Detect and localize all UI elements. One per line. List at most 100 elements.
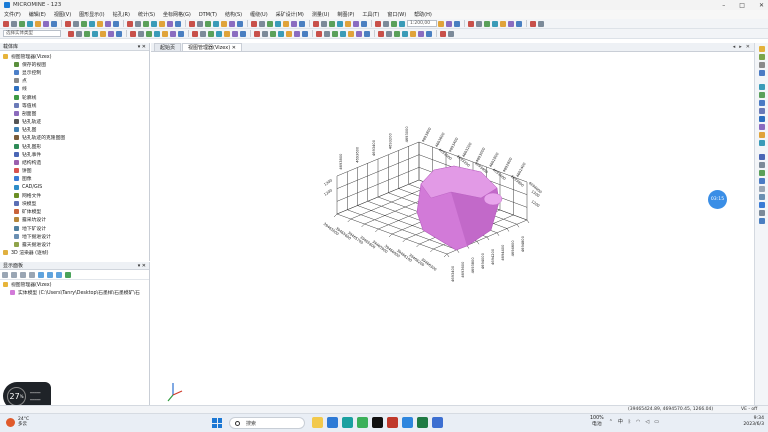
word-app-icon[interactable] xyxy=(402,417,413,428)
toolbar-tool-icon[interactable] xyxy=(254,30,260,37)
side-tool-icon[interactable] xyxy=(758,140,765,146)
side-tool-icon[interactable] xyxy=(758,100,765,106)
tree-item[interactable]: 保存的视图 xyxy=(0,60,149,68)
toolbar-tool-icon[interactable] xyxy=(216,30,222,37)
tab-list-icon[interactable]: ◂ xyxy=(733,44,736,50)
toolbar-tool-icon[interactable] xyxy=(43,20,49,27)
menu-display[interactable]: 图形显示(I) xyxy=(79,11,104,18)
toolbar-tool-icon[interactable] xyxy=(383,20,389,27)
display-tool-icon[interactable] xyxy=(2,271,8,278)
toolbar-tool-icon[interactable] xyxy=(237,20,243,27)
toolbar-tool-icon[interactable] xyxy=(146,30,152,37)
toolbar-tool-icon[interactable] xyxy=(3,20,9,27)
toolbar-tool-icon[interactable] xyxy=(189,20,195,27)
toolbar-tool-icon[interactable] xyxy=(81,20,87,27)
taskbar-search[interactable]: 搜索 xyxy=(229,417,305,429)
excel-app-icon[interactable] xyxy=(417,417,428,428)
tab-list-icon[interactable]: ▸ xyxy=(739,44,742,50)
media-app-icon[interactable] xyxy=(372,417,383,428)
toolbar-tool-icon[interactable] xyxy=(76,30,82,37)
tree-item[interactable]: 线 xyxy=(0,85,149,93)
toolbar-tool-icon[interactable] xyxy=(291,20,297,27)
toolbar-tool-icon[interactable] xyxy=(316,30,322,37)
toolbar-tool-icon[interactable] xyxy=(270,30,276,37)
tree-item[interactable]: 钻孔轨迹的克隆图图 xyxy=(0,134,149,142)
toolbar-tool-icon[interactable] xyxy=(361,20,367,27)
side-tool-icon[interactable] xyxy=(758,202,765,208)
tree-item[interactable]: 矿体模型 xyxy=(0,208,149,216)
menu-help[interactable]: 帮助(H) xyxy=(414,11,432,18)
toolbar-tool-icon[interactable] xyxy=(508,20,514,27)
tree-item[interactable]: 地下矿设计 xyxy=(0,224,149,232)
side-tool-icon[interactable] xyxy=(758,170,765,176)
display-tool-icon[interactable] xyxy=(11,271,17,278)
side-tool-icon[interactable] xyxy=(758,84,765,90)
toolbar-tool-icon[interactable] xyxy=(345,20,351,27)
toolbar-tool-icon[interactable] xyxy=(259,20,265,27)
toolbar-tool-icon[interactable] xyxy=(162,30,168,37)
wifi-icon[interactable]: ◠ xyxy=(636,419,640,425)
toolbar-tool-icon[interactable] xyxy=(364,30,370,37)
battery-widget[interactable]: 100% 电池 xyxy=(590,416,604,427)
windows-start-icon[interactable] xyxy=(212,418,222,428)
toolbar-tool-icon[interactable] xyxy=(399,20,405,27)
side-tool-icon[interactable] xyxy=(758,62,765,68)
toolbar-tool-icon[interactable] xyxy=(324,30,330,37)
vizex-3d-view[interactable]: 3946550039465600394657003946580039465900… xyxy=(151,52,754,405)
tree-item[interactable]: 露天掘进设计 xyxy=(0,240,149,248)
menu-file[interactable]: 文件(F) xyxy=(4,11,21,18)
toolbar-tool-icon[interactable] xyxy=(89,20,95,27)
tree-item[interactable]: 饼图 xyxy=(0,167,149,175)
panel-close-icon[interactable]: ▾ ✕ xyxy=(138,263,146,269)
side-tool-icon[interactable] xyxy=(758,70,765,76)
tree-item[interactable]: 图像 xyxy=(0,175,149,183)
toolbar-tool-icon[interactable] xyxy=(426,30,432,37)
toolbar-tool-icon[interactable] xyxy=(84,30,90,37)
display-tool-icon[interactable] xyxy=(29,271,35,278)
menu-dtm[interactable]: DTM(T) xyxy=(199,12,217,18)
bluetooth-icon[interactable]: ᛒ xyxy=(628,419,631,425)
toolbar-tool-icon[interactable] xyxy=(221,20,227,27)
toolbar-tool-icon[interactable] xyxy=(213,20,219,27)
side-tool-icon[interactable] xyxy=(758,178,765,184)
toolbar-tool-icon[interactable] xyxy=(97,20,103,27)
tree-item[interactable]: 露采坑设计 xyxy=(0,216,149,224)
toolbar-tool-icon[interactable] xyxy=(530,20,536,27)
side-tool-icon[interactable] xyxy=(758,154,765,160)
toolbar-tool-icon[interactable] xyxy=(175,20,181,27)
toolbar-tool-icon[interactable] xyxy=(92,30,98,37)
toolbar-tool-icon[interactable] xyxy=(454,20,460,27)
side-tool-icon[interactable] xyxy=(758,162,765,168)
toolbar-tool-icon[interactable] xyxy=(35,20,41,27)
side-tool-icon[interactable] xyxy=(758,92,765,98)
minimize-icon[interactable]: – xyxy=(722,2,725,9)
toolbar-tool-icon[interactable] xyxy=(68,30,74,37)
toolbar-tool-icon[interactable] xyxy=(500,20,506,27)
menu-drillhole[interactable]: 钻孔(R) xyxy=(113,11,130,18)
tree-item[interactable]: 显示控制 xyxy=(0,68,149,76)
toolbar-tool-icon[interactable] xyxy=(192,30,198,37)
toolbar-tool-icon[interactable] xyxy=(492,20,498,27)
toolbar-tool-icon[interactable] xyxy=(170,30,176,37)
tab-start[interactable]: 起始页 xyxy=(154,43,182,51)
toolbar-tool-icon[interactable] xyxy=(356,30,362,37)
toolbar-tool-icon[interactable] xyxy=(402,30,408,37)
toolbar-tool-icon[interactable] xyxy=(340,30,346,37)
side-tool-icon[interactable] xyxy=(758,132,765,138)
display-item[interactable]: 实体模型 (C:\Users\Tanry\Desktop\石墨样\石墨模矿\石 xyxy=(0,288,149,296)
tree-item[interactable]: 轮廓线 xyxy=(0,93,149,101)
toolbar-tool-icon[interactable] xyxy=(410,30,416,37)
toolbar-tool-icon[interactable] xyxy=(105,20,111,27)
toolbar-tool-icon[interactable] xyxy=(208,30,214,37)
toolbar-tool-icon[interactable] xyxy=(100,30,106,37)
chrome-browser-icon[interactable] xyxy=(357,417,368,428)
volume-icon[interactable]: ◁ xyxy=(645,419,649,425)
scale-combo[interactable]: 1:200,00 xyxy=(407,20,437,27)
tree-item[interactable]: 钻孔事件 xyxy=(0,150,149,158)
toolbar-tool-icon[interactable] xyxy=(135,20,141,27)
toolbar-tool-icon[interactable] xyxy=(438,20,444,27)
toolbar-tool-icon[interactable] xyxy=(446,20,452,27)
micromine-app-icon[interactable] xyxy=(432,417,443,428)
toolbar-tool-icon[interactable] xyxy=(275,20,281,27)
floating-timer-bubble[interactable]: 03:15 xyxy=(708,190,727,209)
